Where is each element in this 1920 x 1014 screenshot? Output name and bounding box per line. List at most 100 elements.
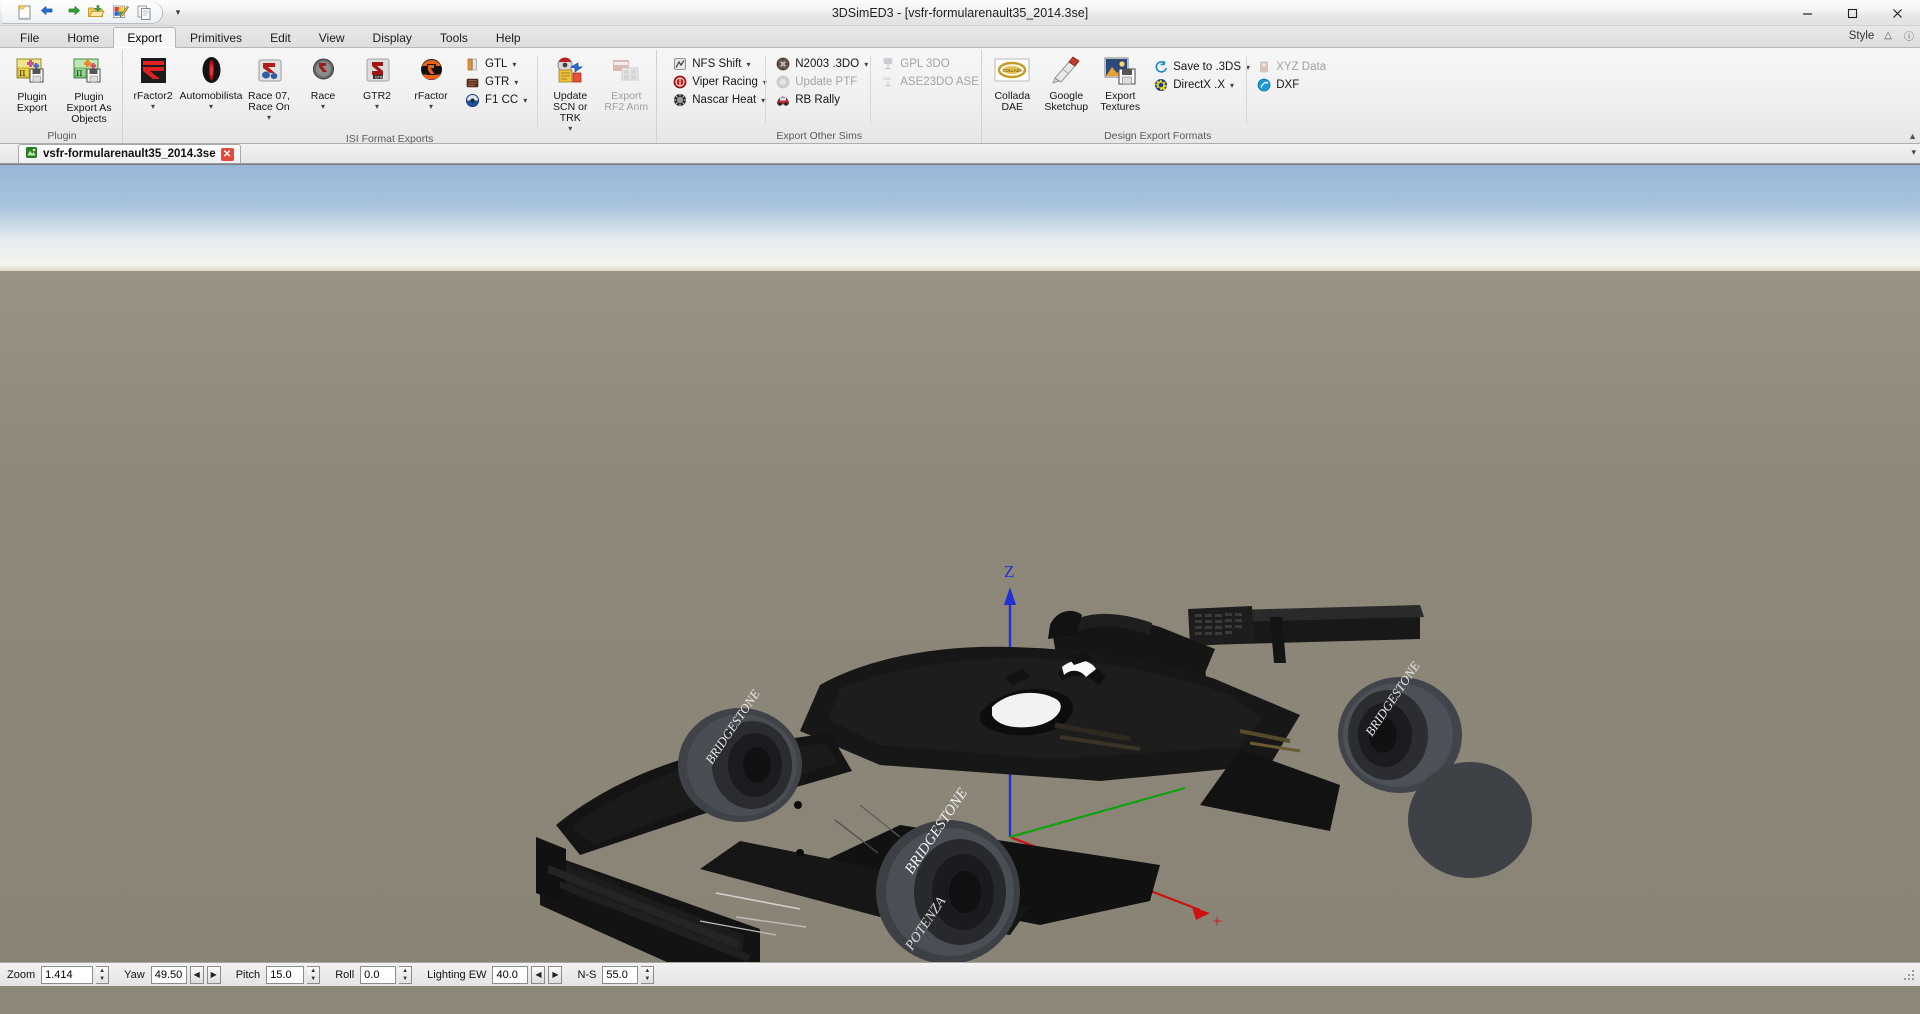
tab-file[interactable]: File	[6, 27, 53, 48]
lighting-ns-input[interactable]: 55.0	[602, 965, 639, 984]
race-button[interactable]: Race ▾	[296, 52, 350, 111]
yaw-label: Yaw	[124, 968, 145, 981]
update-scn-or-trk-button[interactable]: Update SCN or TRK ▾	[541, 52, 599, 133]
automobilista-dropdown-icon[interactable]: ▾	[209, 103, 213, 111]
directx-dropdown-icon[interactable]: ▾	[1230, 81, 1234, 90]
tab-home[interactable]: Home	[53, 27, 113, 48]
update-scn-dropdown-icon[interactable]: ▾	[568, 125, 572, 133]
tab-primitives[interactable]: Primitives	[176, 27, 256, 48]
race-dropdown-icon[interactable]: ▾	[321, 103, 325, 111]
tab-view[interactable]: View	[305, 27, 359, 48]
tab-export[interactable]: Export	[113, 27, 177, 48]
gtl-dropdown-icon[interactable]: ▾	[512, 60, 516, 69]
ase23do-icon: ASE	[881, 75, 895, 89]
directx-icon	[1154, 78, 1168, 92]
nfs-shift-button[interactable]: NFS Shift ▾	[668, 55, 760, 73]
car-model: BRIDGESTONE BRIDGESTONE BRIDGESTONE POTE…	[536, 605, 1532, 962]
3d-viewport[interactable]: Z + BRIDGESTONE BRIDGESTONE BRIDGESTONE …	[0, 164, 1920, 962]
tab-tools[interactable]: Tools	[426, 27, 482, 48]
save-to-3ds-button[interactable]: Save to .3DS ▾	[1149, 58, 1250, 76]
palette-icon[interactable]	[109, 2, 131, 22]
race07-raceon-button[interactable]: Race 07, Race On ▾	[242, 52, 296, 122]
rfactor-dropdown-icon[interactable]: ▾	[429, 103, 433, 111]
svg-text:π: π	[76, 68, 83, 79]
rfactor2-dropdown-icon[interactable]: ▾	[151, 103, 155, 111]
automobilista-button[interactable]: Automobilista ▾	[179, 52, 243, 111]
rfactor2-button[interactable]: rFactor2 ▾	[126, 52, 180, 111]
nfs-shift-label: NFS Shift	[692, 58, 742, 70]
gtl-icon	[465, 57, 480, 72]
maximize-button[interactable]	[1830, 0, 1875, 26]
style-label[interactable]: Style	[1849, 30, 1875, 42]
nascar-heat-button[interactable]: Nascar Heat ▾	[668, 91, 765, 109]
export-textures-button[interactable]: Export Textures	[1093, 52, 1147, 114]
wheel-front-right	[1408, 762, 1532, 878]
tab-edit[interactable]: Edit	[256, 27, 305, 48]
f1cc-button[interactable]: F1 CC ▾	[460, 91, 532, 109]
gtr2-button[interactable]: GTR2 GTR2 ▾	[350, 52, 404, 111]
new-icon[interactable]	[13, 2, 35, 22]
rfactor2-icon	[138, 56, 169, 89]
export-textures-label: Export Textures	[1100, 90, 1141, 113]
nfs-shift-icon	[673, 57, 687, 71]
plugin-export-as-objects-label: Plugin Export As Objects	[66, 91, 112, 125]
n2003-dropdown-icon[interactable]: ▾	[864, 60, 868, 69]
open-icon[interactable]	[85, 2, 107, 22]
tab-display[interactable]: Display	[359, 27, 426, 48]
close-icon[interactable]: ✕	[220, 147, 234, 161]
copy-icon[interactable]	[133, 2, 155, 22]
lighting-ew-increase-button[interactable]: ▶	[548, 965, 563, 984]
minimize-ribbon-icon[interactable]: △	[1882, 30, 1894, 41]
rb-rally-button[interactable]: RB Rally	[771, 91, 865, 109]
pitch-stepper[interactable]: ▲ ▼	[307, 965, 321, 984]
zoom-stepper[interactable]: ▲ ▼	[96, 965, 110, 984]
help-icon[interactable]: ⓘ	[1902, 28, 1916, 43]
gtl-button[interactable]: GTL ▾	[460, 55, 532, 73]
rfactor-button[interactable]: rFactor ▾	[404, 52, 458, 111]
resize-grip[interactable]	[1902, 968, 1916, 982]
nfs-shift-dropdown-icon[interactable]: ▾	[746, 60, 750, 69]
export-rf2-anm-label: Export RF2 Anm	[604, 90, 649, 113]
window-title: 3DSimED3 - [vsfr-formularenault35_2014.3…	[831, 5, 1089, 20]
viper-racing-label: Viper Racing	[692, 76, 758, 88]
n2003-3do-button[interactable]: N2003 .3DO ▾	[771, 55, 868, 73]
pitch-input[interactable]: 15.0	[266, 965, 305, 984]
plugin-export-as-objects-button[interactable]: π Plugin Export As Objects	[59, 52, 119, 126]
directx-x-button[interactable]: DirectX .X ▾	[1149, 76, 1241, 94]
svg-text:+: +	[1212, 911, 1222, 931]
minimize-button[interactable]	[1785, 0, 1830, 26]
divider	[870, 56, 872, 124]
f1cc-dropdown-icon[interactable]: ▾	[523, 96, 527, 105]
google-sketchup-button[interactable]: Google Sketchup	[1039, 52, 1093, 114]
dxf-button[interactable]: DXF	[1252, 76, 1328, 94]
race07-dropdown-icon[interactable]: ▾	[267, 114, 271, 122]
document-tab[interactable]: vsfr-formularenault35_2014.3se ✕	[18, 144, 241, 163]
race07-raceon-label: Race 07, Race On	[247, 90, 291, 113]
xyz-data-icon	[1257, 60, 1271, 74]
rb-rally-icon	[776, 93, 790, 107]
gtr2-dropdown-icon[interactable]: ▾	[375, 103, 379, 111]
gtr-dropdown-icon[interactable]: ▾	[514, 78, 518, 87]
close-button[interactable]	[1875, 0, 1920, 26]
collada-dae-button[interactable]: COLLADA Collada DAE	[985, 52, 1039, 114]
zoom-input[interactable]: 1.414	[41, 965, 94, 984]
update-ptf-label: Update PTF	[795, 76, 858, 88]
plugin-export-button[interactable]: π Plugin Export	[5, 52, 59, 115]
viper-racing-button[interactable]: Viper Racing ▾	[668, 73, 767, 91]
document-tabs-overflow-icon[interactable]: ▾	[1911, 147, 1916, 158]
roll-input[interactable]: 0.0	[360, 965, 397, 984]
redo-icon[interactable]	[61, 2, 83, 22]
undo-icon[interactable]	[37, 2, 59, 22]
gtr-button[interactable]: GTR ▾	[460, 73, 532, 91]
yaw-input[interactable]: 49.50	[150, 965, 187, 984]
roll-stepper[interactable]: ▲ ▼	[399, 965, 413, 984]
lighting-ew-decrease-button[interactable]: ◀	[531, 965, 546, 984]
lighting-ns-stepper[interactable]: ▲ ▼	[641, 965, 655, 984]
yaw-decrease-button[interactable]: ◀	[189, 965, 204, 984]
lighting-ew-input[interactable]: 40.0	[492, 965, 529, 984]
ribbon-group-export-other-sims: NFS Shift ▾ Viper Racing ▾	[656, 50, 981, 143]
qat-overflow-icon[interactable]: ▾	[170, 4, 186, 22]
tab-help[interactable]: Help	[482, 27, 535, 48]
ribbon-collapse-icon[interactable]: ▲	[1908, 131, 1917, 141]
yaw-increase-button[interactable]: ▶	[206, 965, 221, 984]
